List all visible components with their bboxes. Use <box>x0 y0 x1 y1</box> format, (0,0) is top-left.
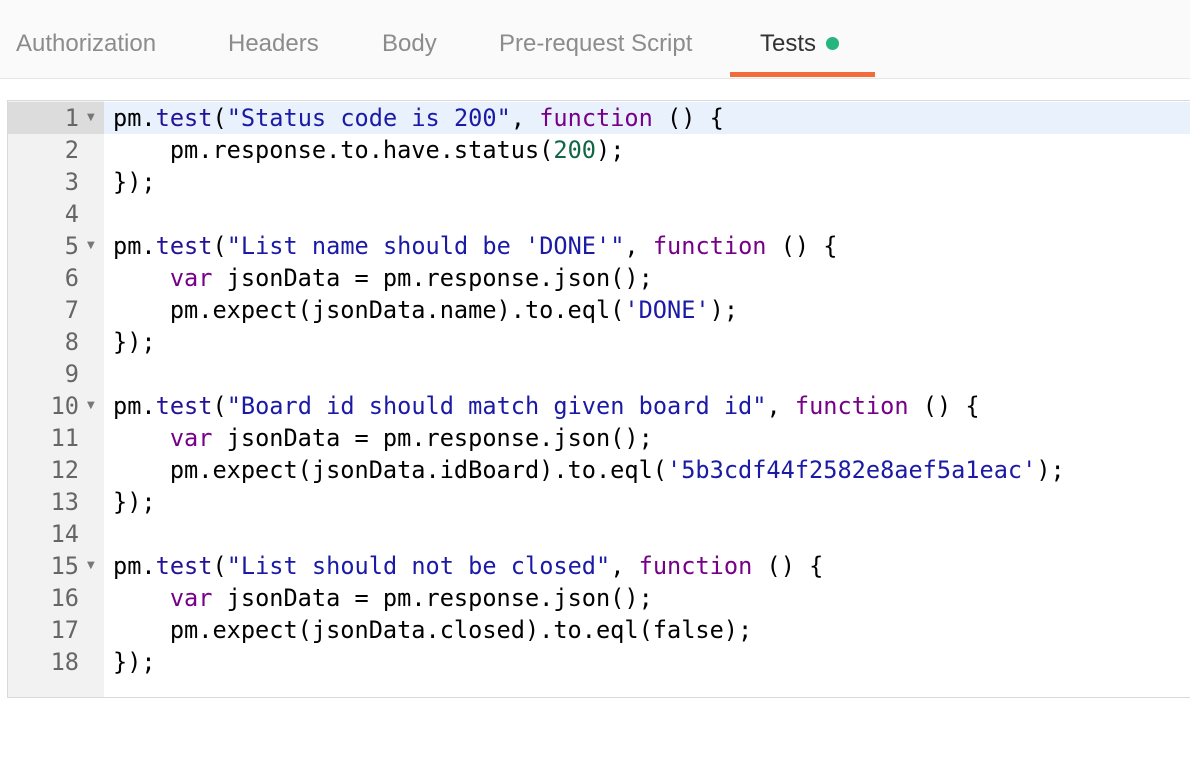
line-number: 5 <box>64 232 79 260</box>
code-line: 3 }); <box>64 168 156 196</box>
code-line: 11 var jsonData = pm.response.json(); <box>50 424 653 452</box>
fold-arrow-icon[interactable]: ▼ <box>87 230 95 262</box>
code-line: 8 }); <box>64 328 156 356</box>
line-number: 4 <box>64 200 79 228</box>
code-line: 6 var jsonData = pm.response.json(); <box>64 264 653 292</box>
line-number: 8 <box>64 328 79 356</box>
tab-tests[interactable]: Tests <box>760 0 840 78</box>
tab-authorization[interactable]: Authorization <box>16 0 156 78</box>
tests-status-dot-icon <box>826 37 840 50</box>
code-editor[interactable]: 1 ▼ pm.test("Status code is 200", functio… <box>7 100 1190 698</box>
code-line: 2 pm.response.to.have.status(200); <box>64 136 625 164</box>
line-number: 2 <box>64 136 79 164</box>
line-number: 6 <box>64 264 79 292</box>
code-line: 1 ▼ pm.test("Status code is 200", functio… <box>8 102 1190 134</box>
fold-arrow-icon[interactable]: ▼ <box>87 550 95 582</box>
line-number: 1 <box>64 104 79 132</box>
code-line: 18 }); <box>50 648 156 676</box>
tab-pre-request-script[interactable]: Pre-request Script <box>499 0 692 78</box>
code-lines: 1 ▼ pm.test("Status code is 200", functio… <box>8 102 1190 678</box>
code-line: 14 <box>8 518 1190 550</box>
line-number: 7 <box>64 296 79 324</box>
line-number: 13 <box>50 488 79 516</box>
code-line: 9 <box>8 358 1190 390</box>
code-line: 7 pm.expect(jsonData.name).to.eql('DONE'… <box>64 296 739 324</box>
code-line: 12 pm.expect(jsonData.idBoard).to.eql('5… <box>50 456 1065 484</box>
code-line: 5 ▼ pm.test("List name should be 'DONE'",… <box>64 230 838 262</box>
line-number: 3 <box>64 168 79 196</box>
code-line: 15 ▼ pm.test("List should not be closed",… <box>50 550 824 582</box>
line-number: 16 <box>50 584 79 612</box>
line-number: 9 <box>64 360 79 388</box>
tab-body[interactable]: Body <box>382 0 437 78</box>
fold-arrow-icon[interactable]: ▼ <box>87 390 95 422</box>
line-number: 11 <box>50 424 79 452</box>
code-line: 16 var jsonData = pm.response.json(); <box>50 584 653 612</box>
line-number: 12 <box>50 456 79 484</box>
request-tab-bar: Authorization Headers Body Pre-request S… <box>0 0 1190 79</box>
line-number: 15 <box>50 552 79 580</box>
active-tab-underline <box>730 72 875 77</box>
tab-headers[interactable]: Headers <box>228 0 319 78</box>
code-line: 10 ▼ pm.test("Board id should match given… <box>50 390 980 422</box>
code-line: 13 }); <box>50 488 156 516</box>
line-number: 14 <box>50 520 79 548</box>
tab-tests-label: Tests <box>760 30 817 57</box>
line-number: 18 <box>50 648 79 676</box>
line-number: 17 <box>50 616 79 644</box>
code-line: 4 <box>8 198 1190 230</box>
fold-arrow-icon[interactable]: ▼ <box>87 102 95 134</box>
code-line: 17 pm.expect(jsonData.closed).to.eql(fal… <box>50 616 753 644</box>
line-number: 10 <box>50 392 79 420</box>
